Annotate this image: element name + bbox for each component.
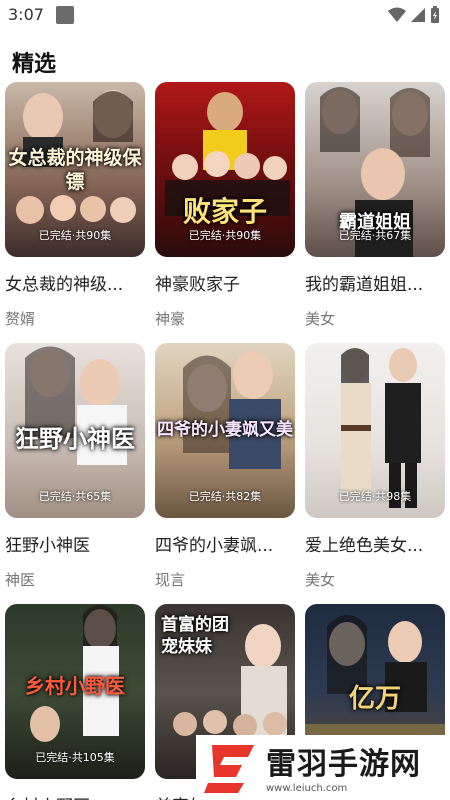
section-title: 精选 xyxy=(12,52,57,77)
episode-status: 已完结·共65集 xyxy=(38,490,112,503)
drama-title: 爱上绝色美女... xyxy=(305,536,424,556)
drama-title: 狂野小神医 xyxy=(5,536,90,556)
drama-title: 我的霸道姐姐... xyxy=(305,275,424,295)
drama-card[interactable]: 女总裁的神级保镖 已完结·共90集 女总裁的神级... 赘婿 xyxy=(5,82,145,328)
cover-title: 亿万 xyxy=(348,684,401,714)
drama-tag: 美女 xyxy=(305,571,336,589)
episode-status: 已完结·共105集 xyxy=(35,751,115,764)
drama-tag: 美女 xyxy=(305,310,336,328)
signal-icon xyxy=(411,8,425,22)
drama-title: 女总裁的神级... xyxy=(5,275,124,295)
episode-status: 已完结·共98集 xyxy=(338,490,412,503)
episode-status: 已完结·共90集 xyxy=(188,229,262,242)
drama-title: 乡村小野医 xyxy=(5,792,145,800)
drama-card[interactable]: 乡村小野医 已完结·共105集 乡村小野医 xyxy=(5,604,145,800)
site-watermark: 雷羽手游网 www.leiuch.com xyxy=(196,735,450,800)
cover-title: 乡村小野医 xyxy=(25,674,125,698)
drama-cover[interactable]: 女总裁的神级保镖 已完结·共90集 xyxy=(5,82,145,257)
cover-title: 女总裁的神级保镖 xyxy=(8,147,142,193)
drama-cover[interactable]: 霸道姐姐 已完结·共67集 xyxy=(305,82,445,257)
cover-title: 狂野小神医 xyxy=(15,424,135,453)
status-time: 3:07 xyxy=(8,5,44,24)
episode-status: 已完结·共67集 xyxy=(338,229,412,242)
episode-status: 已完结·共90集 xyxy=(38,229,112,242)
drama-tag: 赘婿 xyxy=(5,310,36,328)
drama-cover[interactable]: 四爷的小妻飒又美 已完结·共82集 xyxy=(155,343,295,518)
drama-title: 神豪败家子 xyxy=(155,275,240,295)
drama-card[interactable]: 四爷的小妻飒又美 已完结·共82集 四爷的小妻飒... 现言 xyxy=(155,343,295,589)
drama-card[interactable]: 霸道姐姐 已完结·共67集 我的霸道姐姐... 美女 xyxy=(305,82,445,328)
watermark-url: www.leiuch.com xyxy=(266,783,348,794)
battery-icon xyxy=(431,6,439,23)
drama-tag: 现言 xyxy=(155,571,186,589)
drama-cover[interactable]: 乡村小野医 已完结·共105集 xyxy=(5,604,145,779)
drama-cover[interactable]: 败家子 已完结·共90集 xyxy=(155,82,295,257)
cover-title: 首富的团宠妹妹 xyxy=(161,615,229,657)
drama-cover[interactable]: 狂野小神医 已完结·共65集 xyxy=(5,343,145,518)
drama-cover[interactable]: 已完结·共98集 xyxy=(305,343,445,518)
drama-tag: 神医 xyxy=(5,571,36,589)
notification-app-icon xyxy=(56,6,74,24)
status-icons xyxy=(388,6,440,24)
wifi-icon xyxy=(388,7,406,22)
drama-card[interactable]: 败家子 已完结·共90集 神豪败家子 神豪 xyxy=(155,82,295,328)
episode-status: 已完结·共82集 xyxy=(188,490,262,503)
cover-title: 败家子 xyxy=(182,195,267,228)
status-bar: 3:07 xyxy=(0,0,450,30)
drama-tag: 神豪 xyxy=(155,310,186,328)
watermark-name: 雷羽手游网 xyxy=(266,747,421,782)
drama-card[interactable]: 狂野小神医 已完结·共65集 狂野小神医 神医 xyxy=(5,343,145,589)
leiyu-logo-icon xyxy=(204,745,254,793)
drama-card[interactable]: 已完结·共98集 爱上绝色美女... 美女 xyxy=(305,343,445,589)
cover-title: 四爷的小妻飒又美 xyxy=(157,420,293,440)
drama-title: 四爷的小妻飒... xyxy=(155,536,274,556)
